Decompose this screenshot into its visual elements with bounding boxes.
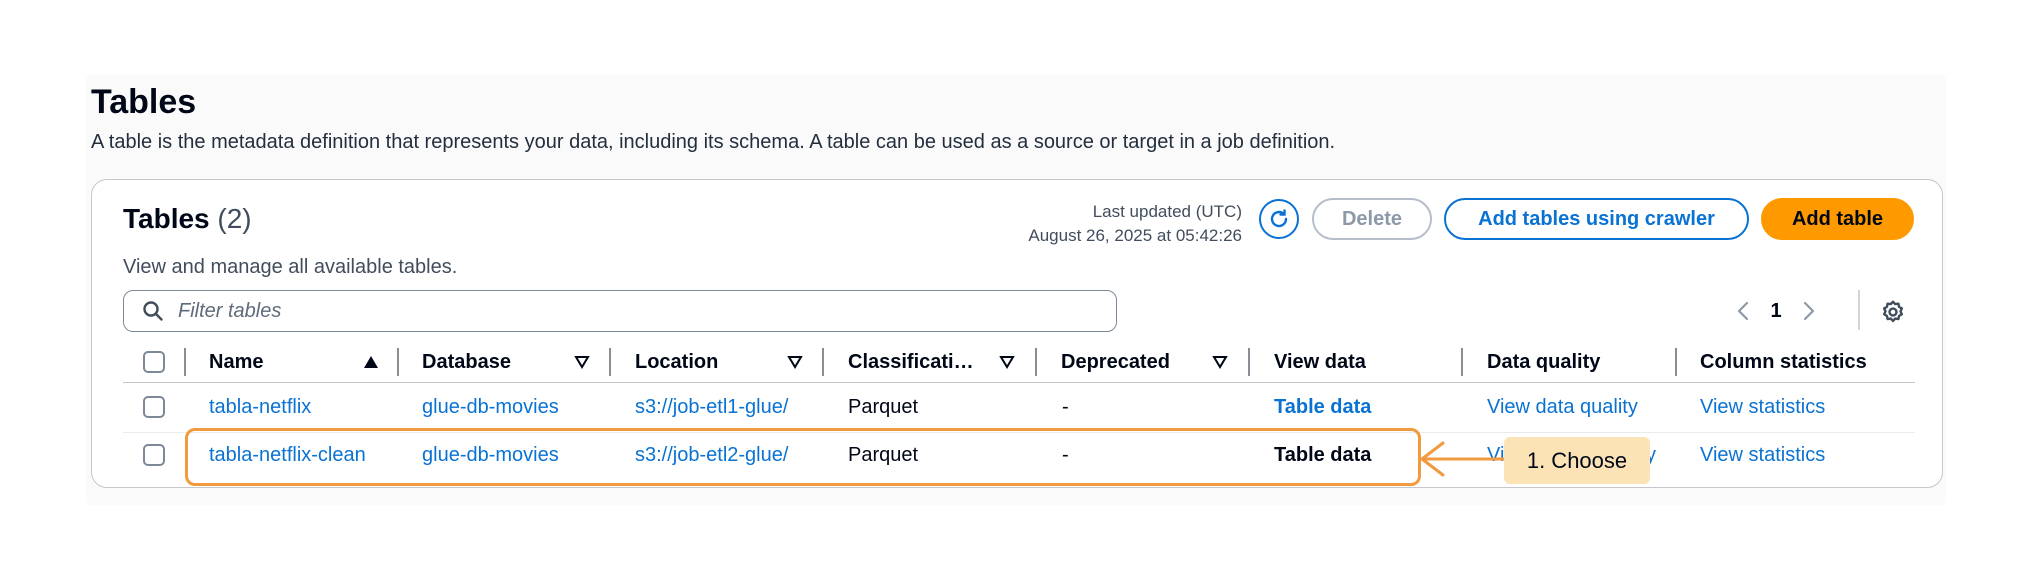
view-statistics-link[interactable]: View statistics [1700, 392, 1825, 422]
classification-value: Parquet [848, 395, 919, 418]
column-separator [609, 348, 611, 376]
page-number[interactable]: 1 [1756, 300, 1796, 323]
add-table-button[interactable]: Add table [1761, 198, 1914, 240]
deprecated-value: - [1062, 395, 1069, 418]
table-count: (2) [217, 203, 252, 234]
header-divider [123, 382, 1915, 383]
last-updated-value: August 26, 2025 at 05:42:26 [1028, 226, 1242, 245]
column-header-database[interactable]: Database [422, 346, 590, 378]
column-header-data-quality: Data quality [1487, 346, 1667, 378]
refresh-icon [1267, 207, 1291, 231]
column-separator [1461, 348, 1463, 376]
column-header-label: Column statistics [1700, 350, 1867, 373]
column-separator [1248, 348, 1250, 376]
column-separator [1035, 348, 1037, 376]
view-data-quality-link[interactable]: View data quality [1487, 392, 1638, 422]
column-header-label: Location [635, 350, 719, 373]
callout-label: 1. Choose [1504, 437, 1650, 484]
column-header-classification[interactable]: Classificati… [848, 346, 1015, 378]
filter-tables-field[interactable] [123, 290, 1117, 332]
column-header-label: Deprecated [1061, 350, 1170, 373]
table-data-link[interactable]: Table data [1274, 392, 1371, 422]
column-header-label: View data [1274, 350, 1366, 373]
table-name-link[interactable]: tabla-netflix [209, 392, 311, 422]
row-checkbox[interactable] [143, 396, 165, 418]
sort-descending-icon [787, 355, 803, 369]
column-header-location[interactable]: Location [635, 346, 803, 378]
column-header-deprecated[interactable]: Deprecated [1061, 346, 1228, 378]
column-header-column-statistics: Column statistics [1700, 346, 1915, 378]
sort-ascending-icon [363, 355, 379, 369]
card-title-text: Tables [123, 203, 210, 234]
page-description: A table is the metadata definition that … [91, 131, 1336, 153]
last-updated-label: Last updated (UTC) [1092, 202, 1242, 221]
location-link[interactable]: s3://job-etl1-glue/ [635, 392, 788, 422]
last-updated: Last updated (UTC) August 26, 2025 at 05… [1028, 200, 1242, 248]
database-link[interactable]: glue-db-movies [422, 392, 559, 422]
arrow-left-icon [1417, 439, 1507, 484]
column-separator [822, 348, 824, 376]
column-separator [1675, 348, 1677, 376]
column-separator [184, 348, 186, 376]
refresh-button[interactable] [1259, 199, 1299, 239]
column-header-label: Name [209, 350, 264, 373]
column-header-label: Database [422, 350, 511, 373]
sort-descending-icon [999, 355, 1015, 369]
sort-descending-icon [574, 355, 590, 369]
settings-icon[interactable] [1878, 297, 1908, 327]
add-tables-using-crawler-button[interactable]: Add tables using crawler [1444, 198, 1749, 240]
card-description: View and manage all available tables. [123, 256, 458, 278]
search-icon [142, 300, 164, 322]
column-header-name[interactable]: Name [209, 346, 379, 378]
column-header-view-data: View data [1274, 346, 1434, 378]
row-checkbox[interactable] [143, 444, 165, 466]
page-title: Tables [91, 83, 197, 121]
chevron-left-icon[interactable] [1730, 296, 1756, 326]
select-all-checkbox[interactable] [143, 351, 165, 373]
column-header-label: Data quality [1487, 350, 1601, 373]
card-title: Tables (2) [123, 203, 252, 235]
pagination: 1 [1730, 296, 1822, 326]
delete-button[interactable]: Delete [1312, 198, 1432, 240]
column-separator [397, 348, 399, 376]
view-statistics-link[interactable]: View statistics [1700, 440, 1825, 470]
sort-descending-icon [1212, 355, 1228, 369]
column-header-label: Classificati… [848, 350, 974, 373]
row-highlight-box [185, 428, 1421, 486]
pagination-divider [1858, 290, 1860, 330]
chevron-right-icon[interactable] [1796, 296, 1822, 326]
filter-tables-input[interactable] [176, 298, 1080, 324]
